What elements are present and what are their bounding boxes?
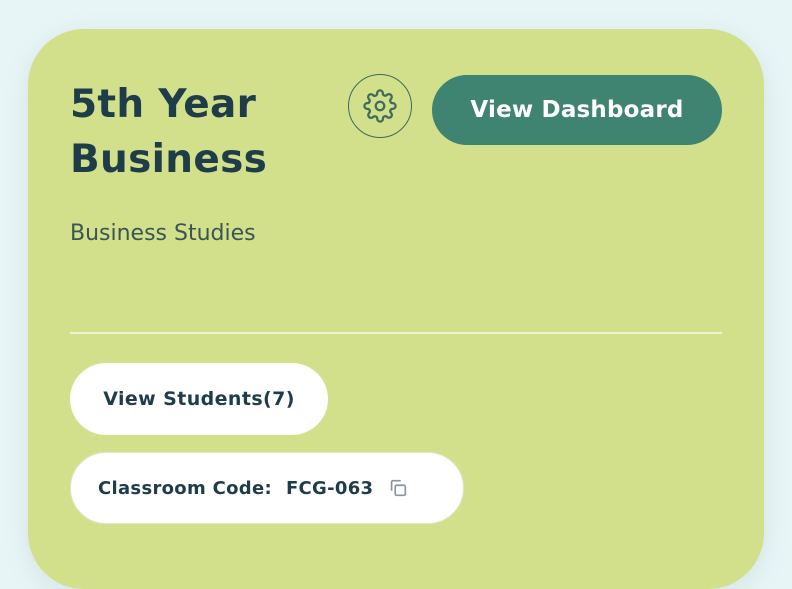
classroom-code-label: Classroom Code: <box>98 477 272 499</box>
classroom-code-value: FCG-063 <box>285 477 374 499</box>
view-dashboard-button[interactable]: View Dashboard <box>432 75 722 145</box>
class-subject: Business Studies <box>70 221 256 246</box>
divider <box>70 332 722 334</box>
gear-icon <box>363 89 397 123</box>
view-students-button[interactable]: View Students(7) <box>70 363 328 435</box>
class-card: 5th Year Business View Dashboard Busines… <box>28 29 764 589</box>
class-title: 5th Year Business <box>70 82 268 182</box>
copy-icon[interactable] <box>387 477 409 499</box>
settings-button[interactable] <box>348 74 412 138</box>
classroom-code-pill: Classroom Code: FCG-063 <box>70 452 464 524</box>
